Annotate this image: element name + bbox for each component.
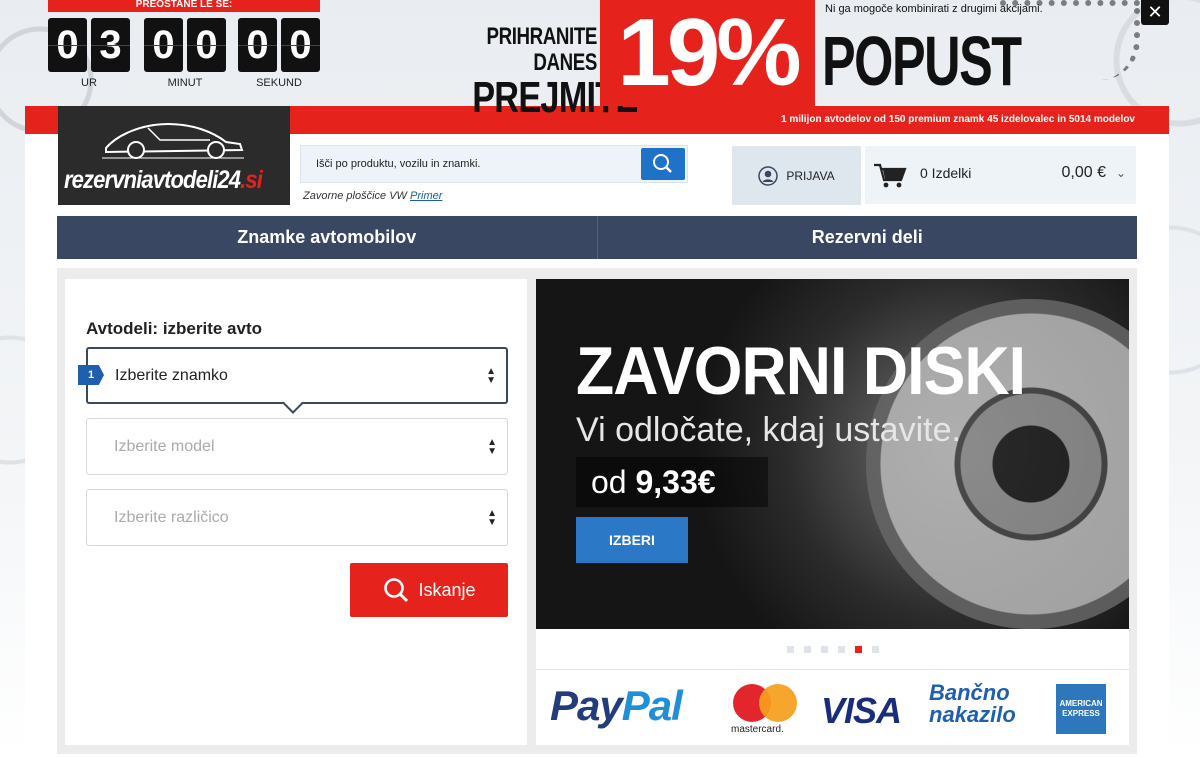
- slider-dot[interactable]: [837, 645, 845, 653]
- mastercard-logo: mastercard.: [731, 682, 797, 738]
- promo-percent: 19%: [600, 0, 815, 106]
- timing-belt-image: [1000, 0, 1140, 80]
- timer-hours: 0 3 UR: [48, 18, 130, 89]
- search-hint: Zavorne ploščice VW Primer: [303, 190, 443, 202]
- banner-title: ZAVORNI DISKI: [576, 333, 1026, 409]
- promo-headline: PRIHRANITE DANES PREJMITE: [472, 23, 638, 122]
- brand-select-pointer: [283, 394, 303, 414]
- timer-seconds: 0 0 SEKUND: [238, 18, 320, 89]
- promo-discount-word: POPUST: [822, 22, 1022, 100]
- variant-select-label: Izberite različico: [114, 509, 229, 526]
- banner-price: od 9,33€: [576, 457, 768, 507]
- close-promo-button[interactable]: ✕: [1141, 0, 1169, 25]
- timer-minutes: 0 0 MINUT: [144, 18, 226, 89]
- visa-logo: VISA: [821, 690, 902, 731]
- vehicle-selector: Avtodeli: izberite avto 1 Izberite znamk…: [65, 279, 527, 745]
- slider-dot[interactable]: [803, 645, 811, 653]
- chevron-down-icon: ⌄: [1115, 166, 1126, 180]
- cart-total: 0,00 €: [1061, 164, 1106, 181]
- minutes-digit-1: 0: [144, 18, 183, 72]
- search-button[interactable]: [641, 148, 685, 180]
- model-select-label: Izberite model: [114, 438, 215, 455]
- model-select[interactable]: Izberite model ▲ ▼: [86, 418, 508, 475]
- car-logo-icon: [102, 122, 244, 159]
- login-label: PRIJAVA: [786, 168, 835, 183]
- site-logo[interactable]: rezervniavtodeli24.si: [58, 106, 290, 205]
- logo-text: rezervniavtodeli24.si: [64, 166, 263, 194]
- user-icon: [758, 165, 779, 186]
- hours-digit-1: 0: [48, 18, 87, 72]
- slider-dots: [536, 629, 1129, 669]
- select-arrows-icon: ▲ ▼: [487, 507, 497, 528]
- bank-transfer-logo: Bančno nakazilo: [929, 680, 1016, 727]
- nav-item-car-brands[interactable]: Znamke avtomobilov: [57, 216, 597, 259]
- vehicle-search-label: Iskanje: [418, 579, 476, 600]
- slider-dot[interactable]: [871, 645, 879, 653]
- login-button[interactable]: PRIJAVA: [732, 146, 861, 205]
- banner-select-button[interactable]: IZBERI: [576, 517, 688, 563]
- promo-headline-line2: PREJMITE: [472, 73, 638, 122]
- banner-subtitle: Vi odločate, kdaj ustavite.: [576, 411, 961, 449]
- search-box: [300, 145, 688, 183]
- cart-count: 0 Izdelki: [920, 165, 972, 181]
- promo-banner: PREOSTANE LE ŠE: 0 3 UR 0 0 MINUT 0 0 SE…: [0, 0, 1200, 120]
- nav-item-spare-parts[interactable]: Rezervni deli: [596, 216, 1138, 259]
- payment-methods: PayPal mastercard. VISA Bančno nakazilo …: [536, 669, 1129, 745]
- variant-select[interactable]: Izberite različico ▲ ▼: [86, 489, 508, 546]
- promo-headline-line1: PRIHRANITE DANES: [486, 23, 597, 76]
- brand-select[interactable]: 1 Izberite znamko ▲ ▼: [78, 347, 508, 414]
- seconds-digit-2: 0: [281, 18, 320, 72]
- select-arrows-icon: ▲ ▼: [487, 436, 497, 457]
- minutes-digit-2: 0: [187, 18, 226, 72]
- slider-dot-active[interactable]: [854, 645, 862, 653]
- search-icon: [653, 154, 672, 173]
- cart-icon: [874, 163, 907, 188]
- content-area: Avtodeli: izberite avto 1 Izberite znamk…: [57, 268, 1137, 754]
- minutes-label: MINUT: [167, 77, 203, 89]
- selector-title: Avtodeli: izberite avto: [86, 319, 263, 338]
- slider-dot[interactable]: [820, 645, 828, 653]
- promo-slider[interactable]: ZAVORNI DISKI Vi odločate, kdaj ustavite…: [536, 279, 1129, 629]
- slider-dot[interactable]: [786, 645, 794, 653]
- search-input[interactable]: [301, 146, 641, 182]
- countdown-timer: 0 3 UR 0 0 MINUT 0 0 SEKUND: [48, 18, 324, 98]
- paypal-logo: PayPal: [550, 682, 683, 729]
- main-nav: Znamke avtomobilov Rezervni deli: [57, 216, 1137, 259]
- search-example-link[interactable]: Primer: [410, 190, 442, 202]
- search-icon: [384, 578, 409, 603]
- brand-select-label: Izberite znamko: [115, 367, 228, 384]
- seconds-label: SEKUND: [256, 77, 302, 89]
- hours-digit-2: 3: [91, 18, 130, 72]
- amex-logo: AMERICAN EXPRESS: [1056, 684, 1106, 734]
- seconds-digit-1: 0: [238, 18, 277, 72]
- select-arrows-icon: ▲ ▼: [486, 365, 496, 386]
- vehicle-search-button[interactable]: Iskanje: [350, 563, 508, 617]
- timer-header: PREOSTANE LE ŠE:: [48, 0, 320, 12]
- step-badge: 1: [78, 365, 104, 385]
- hours-label: UR: [81, 77, 97, 89]
- cart-button[interactable]: 0 Izdelki 0,00 € ⌄: [865, 146, 1136, 204]
- main-container: 1 milijon avtodelov od 150 premium znamk…: [25, 106, 1169, 758]
